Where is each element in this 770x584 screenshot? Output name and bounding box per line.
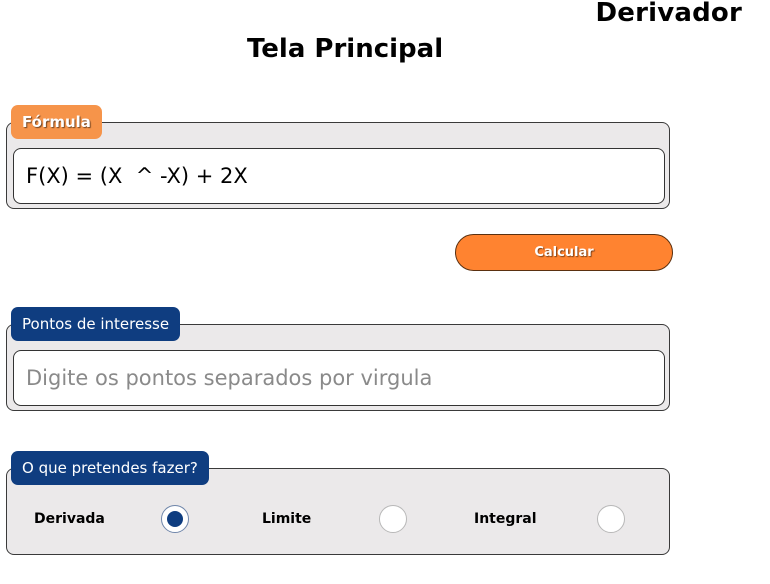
option-integral-label: Integral <box>474 511 537 527</box>
app-title: Derivador <box>595 0 742 28</box>
option-limite-label: Limite <box>262 511 312 527</box>
radio-derivada[interactable] <box>161 505 189 533</box>
calculate-button[interactable]: Calcular <box>455 234 673 271</box>
formula-field[interactable]: F(X) = (X ^ -X) + 2X <box>13 148 665 204</box>
formula-label: Fórmula <box>11 105 102 139</box>
radio-limite[interactable] <box>379 505 407 533</box>
page-title: Tela Principal <box>247 34 444 64</box>
points-label: Pontos de interesse <box>11 307 181 341</box>
points-input[interactable] <box>26 351 664 405</box>
operation-label: O que pretendes fazer? <box>11 451 209 485</box>
formula-value: F(X) = (X ^ -X) + 2X <box>26 164 248 188</box>
formula-panel: F(X) = (X ^ -X) + 2X <box>6 122 670 209</box>
radio-selected-dot <box>167 511 183 527</box>
points-field[interactable] <box>13 350 665 406</box>
radio-integral[interactable] <box>597 505 625 533</box>
option-derivada-label: Derivada <box>34 511 105 527</box>
